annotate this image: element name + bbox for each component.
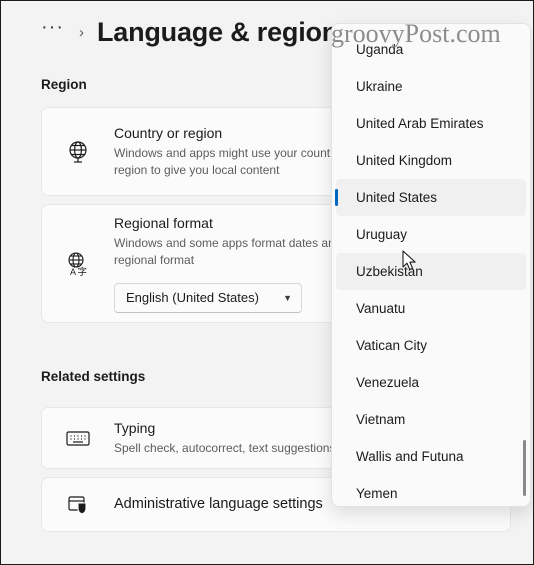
dropdown-item[interactable]: Vietnam bbox=[336, 401, 526, 438]
section-heading-related: Related settings bbox=[41, 369, 146, 384]
dropdown-item[interactable]: Vanuatu bbox=[336, 290, 526, 327]
section-heading-region: Region bbox=[41, 77, 87, 92]
country-list: Uganda Ukraine United Arab Emirates United … bbox=[332, 24, 530, 506]
svg-text:A: A bbox=[70, 267, 76, 277]
regional-format-value: English (United States) bbox=[126, 290, 259, 306]
dropdown-item[interactable]: Yemen bbox=[336, 475, 526, 506]
country-region-dropdown-flyout[interactable]: Uganda Ukraine United Arab Emirates United … bbox=[331, 23, 531, 507]
dropdown-item[interactable]: Wallis and Futuna bbox=[336, 438, 526, 475]
regional-format-select[interactable]: English (United States) ▼ bbox=[114, 282, 302, 313]
dropdown-item[interactable]: Uzbekistan bbox=[336, 253, 526, 290]
dropdown-item[interactable]: Venezuela bbox=[336, 364, 526, 401]
dropdown-item[interactable]: United States bbox=[335, 179, 526, 216]
keyboard-icon bbox=[42, 428, 114, 448]
globe-icon bbox=[42, 139, 114, 165]
dropdown-item[interactable]: United Arab Emirates bbox=[336, 105, 526, 142]
dropdown-item[interactable]: United Kingdom bbox=[336, 142, 526, 179]
dropdown-item[interactable]: Vatican City bbox=[336, 327, 526, 364]
dropdown-scrollbar-thumb[interactable] bbox=[523, 440, 526, 496]
globe-language-icon: A 字 bbox=[42, 250, 114, 278]
breadcrumb-overflow-button[interactable]: ··· bbox=[41, 17, 64, 42]
dropdown-item[interactable]: Uganda bbox=[336, 31, 526, 68]
dropdown-scrollbar-track[interactable] bbox=[520, 30, 528, 502]
page-title: Language & region bbox=[96, 16, 339, 47]
window-shield-icon bbox=[42, 493, 114, 517]
breadcrumb-chevron-icon: › bbox=[78, 23, 84, 41]
settings-window: ··· › Language & region Region Country o… bbox=[0, 0, 534, 565]
chevron-down-icon: ▼ bbox=[283, 292, 292, 303]
dropdown-item[interactable]: Ukraine bbox=[336, 68, 526, 105]
svg-text:字: 字 bbox=[78, 266, 88, 278]
dropdown-item[interactable]: Uruguay bbox=[336, 216, 526, 253]
